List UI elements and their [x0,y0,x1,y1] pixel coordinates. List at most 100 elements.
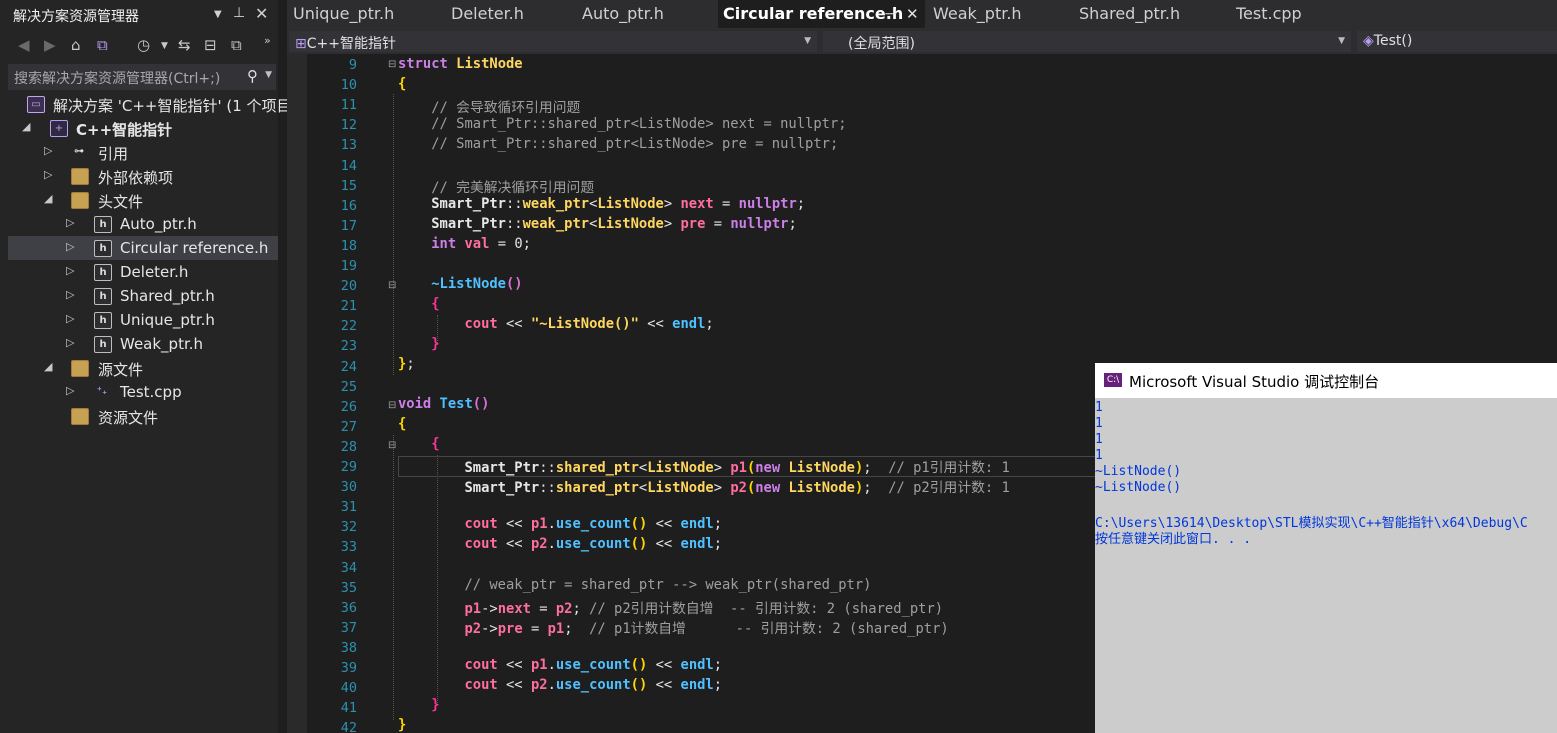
tree-node-external-dependencies[interactable]: ▷ 外部依赖项 [8,164,278,188]
tree-node-label: Weak_ptr.h [120,335,204,353]
filter-folder-icon [71,360,89,377]
tab-auto-ptr[interactable]: Auto_ptr.h [576,0,716,28]
tree-node-label: Auto_ptr.h [120,215,197,233]
chevron-down-icon[interactable]: ▼ [214,9,222,20]
chevron-down-icon[interactable]: ▼ [265,70,272,80]
header-file-icon: h [94,336,112,353]
code-line: }; [398,356,415,372]
code-line: { [431,296,440,312]
tree-node-solution[interactable]: ▭ 解决方案 'C++智能指针' (1 个项目 [8,92,292,116]
tree-node-file-selected[interactable]: ▷ h Circular reference.h [8,236,278,260]
tree-node-resource-files[interactable]: 资源文件 [8,404,278,428]
external-dependencies-icon [71,168,89,185]
console-line: 1 [1095,400,1103,415]
code-line: { [398,416,407,432]
tab-unique-ptr[interactable]: Unique_ptr.h [287,0,437,28]
chevron-down-icon: ▼ [1338,36,1345,46]
solution-explorer-title: 解决方案资源管理器 [13,9,139,25]
line-number: 16 [340,197,357,214]
search-icon[interactable]: ⚲ [247,67,258,85]
collapsed-arrow-icon[interactable]: ▷ [66,240,74,253]
pin-icon[interactable]: ⊥ [233,5,245,21]
cpp-project-icon: ⊞ [295,36,307,52]
tab-label: Test.cpp [1236,4,1302,23]
collapsed-arrow-icon[interactable]: ▷ [66,288,74,301]
header-file-icon: h [94,216,112,233]
code-line: p2->pre = p1; // p1计数自增 -- 引用计数: 2 (shar… [464,621,949,637]
tab-test-cpp[interactable]: Test.cpp [1230,0,1350,28]
tree-node-file[interactable]: ▷ h Weak_ptr.h [8,332,278,356]
collapsed-arrow-icon[interactable]: ▷ [66,384,74,397]
tree-node-label: Test.cpp [120,383,182,401]
tree-node-label: Circular reference.h [120,239,269,257]
line-number: 39 [340,660,357,676]
code-line: cout << p1.use_count() << endl; [464,516,723,532]
line-number: 42 [340,720,357,733]
console-line: 按任意键关闭此窗口. . . [1095,532,1252,547]
tree-node-file[interactable]: ▷ h Shared_ptr.h [8,284,278,308]
tree-node-project[interactable]: ◢ + C++智能指针 [8,116,278,140]
history-icon[interactable]: ◷ [137,36,150,54]
member-dropdown[interactable]: ◈Test() [1357,31,1557,52]
document-tab-bar: Unique_ptr.h Deleter.h Auto_ptr.h Circul… [287,0,1557,29]
tree-node-file[interactable]: ▷ h Auto_ptr.h [8,212,278,236]
tree-node-file[interactable]: ▷ h Unique_ptr.h [8,308,278,332]
collapsed-arrow-icon[interactable]: ▷ [66,336,74,349]
expanded-arrow-icon[interactable]: ◢ [22,120,30,133]
line-number: 17 [340,217,357,234]
close-tab-icon[interactable]: ✕ [906,5,919,23]
switch-views-icon[interactable]: ⧉ [97,36,108,54]
line-number: 24 [340,358,357,375]
tab-weak-ptr[interactable]: Weak_ptr.h [927,0,1067,28]
tab-shared-ptr[interactable]: Shared_ptr.h [1073,0,1223,28]
close-icon[interactable]: ✕ [255,4,268,23]
code-line: { [431,436,440,452]
overflow-icon[interactable]: » [264,34,271,47]
debug-console-window[interactable]: C:\ Microsoft Visual Studio 调试控制台 1 1 1 1 ~L… [1095,363,1557,733]
code-line: } [431,336,440,352]
collapse-all-icon[interactable]: ⊟ [204,36,217,54]
keyword: struct [398,56,448,72]
collapsed-arrow-icon[interactable]: ▷ [66,216,74,229]
header-file-icon: h [94,240,112,257]
collapsed-arrow-icon[interactable]: ▷ [66,312,74,325]
tree-node-source-files[interactable]: ◢ 源文件 [8,356,278,380]
show-all-files-icon[interactable]: ⧉ [231,36,242,54]
tree-node-references[interactable]: ▷ ⊶ 引用 [8,140,278,164]
code-line: void Test() [398,396,490,412]
collapsed-arrow-icon[interactable]: ▷ [44,144,52,157]
fold-collapse-icon[interactable]: ⊟ [388,400,396,411]
member-name: Test() [1373,33,1413,49]
line-number: 27 [340,418,357,435]
tab-circular-reference[interactable]: Circular reference.h ⊣ ✕ [718,0,925,28]
sync-icon[interactable]: ⇆ [178,36,191,54]
console-title-bar[interactable]: C:\ Microsoft Visual Studio 调试控制台 [1095,363,1557,398]
tree-node-file[interactable]: ▷ h Deleter.h [8,260,278,284]
console-line: 1 [1095,432,1103,447]
fold-collapse-icon[interactable]: ⊟ [388,280,396,291]
fold-collapse-icon[interactable]: ⊟ [388,59,396,70]
expanded-arrow-icon[interactable]: ◢ [44,360,52,373]
back-icon[interactable]: ◀ [18,36,30,54]
collapsed-arrow-icon[interactable]: ▷ [44,168,52,181]
chevron-down-icon[interactable]: ▼ [161,41,168,51]
expanded-arrow-icon[interactable]: ◢ [44,192,52,205]
scope-dropdown[interactable]: (全局范围) ▼ [823,31,1351,52]
solution-explorer-toolbar: ◀ ▶ ⌂ ⧉ ◷ ▼ ⇆ ⊟ ⧉ » [0,31,278,61]
console-line: 1 [1095,448,1103,463]
tree-node-header-files[interactable]: ◢ 头文件 [8,188,278,212]
collapsed-arrow-icon[interactable]: ▷ [66,264,74,277]
forward-icon[interactable]: ▶ [44,36,56,54]
line-number: 34 [340,559,357,576]
solution-explorer-search-input[interactable]: 搜索解决方案资源管理器(Ctrl+;) ⚲ ▼ [8,64,276,90]
filter-folder-icon [71,408,89,425]
tab-deleter[interactable]: Deleter.h [445,0,565,28]
project-dropdown[interactable]: ⊞C++智能指针 ▼ [289,31,817,52]
code-line: p1->next = p2; // p2引用计数自增 -- 引用计数: 2 (s… [464,601,944,617]
line-number: 23 [340,338,357,355]
home-icon[interactable]: ⌂ [71,36,81,54]
tree-node-file[interactable]: ▷ ⁺₊ Test.cpp [8,380,278,404]
pin-icon[interactable]: ⊣ [884,5,897,23]
fold-collapse-icon[interactable]: ⊟ [388,440,396,451]
line-number: 21 [340,298,357,315]
